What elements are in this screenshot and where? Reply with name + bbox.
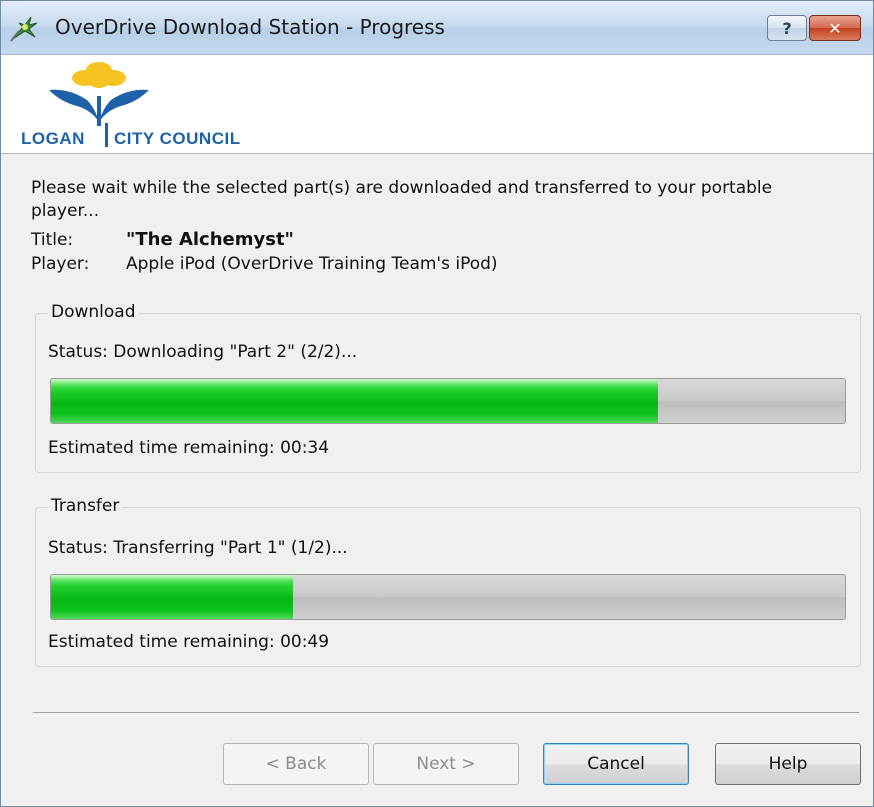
logo-wordmark-right: CITY COUNCIL	[114, 129, 241, 148]
title-label: Title:	[31, 230, 74, 250]
close-icon: ✕	[828, 18, 842, 38]
logo-divider	[105, 123, 108, 147]
player-label: Player:	[31, 254, 90, 274]
overdrive-app-icon	[10, 16, 38, 42]
logo-wordmark-left: LOGAN	[21, 129, 85, 148]
window-title: OverDrive Download Station - Progress	[55, 15, 445, 39]
download-group-label: Download	[48, 302, 139, 322]
player-row: Player: Apple iPod (OverDrive Training Te…	[31, 254, 498, 274]
title-help-button[interactable]: ?	[767, 15, 807, 41]
back-button[interactable]: < Back	[223, 743, 369, 785]
dialog-window: OverDrive Download Station - Progress ? …	[0, 0, 874, 807]
download-group: Download Status: Downloading "Part 2" (2…	[35, 302, 861, 473]
help-icon: ?	[782, 18, 792, 38]
instruction-text: Please wait while the selected part(s) a…	[31, 178, 773, 221]
transfer-eta: Estimated time remaining: 00:49	[48, 632, 330, 652]
cancel-button[interactable]: Cancel	[543, 743, 689, 785]
title-bar[interactable]: OverDrive Download Station - Progress ? …	[1, 1, 873, 55]
transfer-progress-bar	[50, 574, 846, 620]
title-row: Title: "The Alchemyst"	[31, 229, 294, 250]
help-button[interactable]: Help	[715, 743, 861, 785]
logan-city-council-logo	[49, 62, 149, 126]
transfer-group-label: Transfer	[48, 496, 123, 516]
download-progress-fill	[51, 379, 659, 423]
next-button[interactable]: Next >	[373, 743, 519, 785]
transfer-group: Transfer Status: Transferring "Part 1" (…	[35, 496, 861, 667]
title-value: "The Alchemyst"	[126, 229, 294, 250]
download-progress-bar	[50, 378, 846, 424]
player-value: Apple iPod (OverDrive Training Team's iP…	[126, 254, 498, 274]
transfer-status: Status: Transferring "Part 1" (1/2)...	[48, 538, 348, 558]
download-status: Status: Downloading "Part 2" (2/2)...	[48, 342, 358, 362]
title-close-button[interactable]: ✕	[809, 15, 861, 41]
transfer-progress-fill	[51, 575, 294, 619]
button-divider	[33, 712, 859, 716]
download-eta: Estimated time remaining: 00:34	[48, 438, 330, 458]
